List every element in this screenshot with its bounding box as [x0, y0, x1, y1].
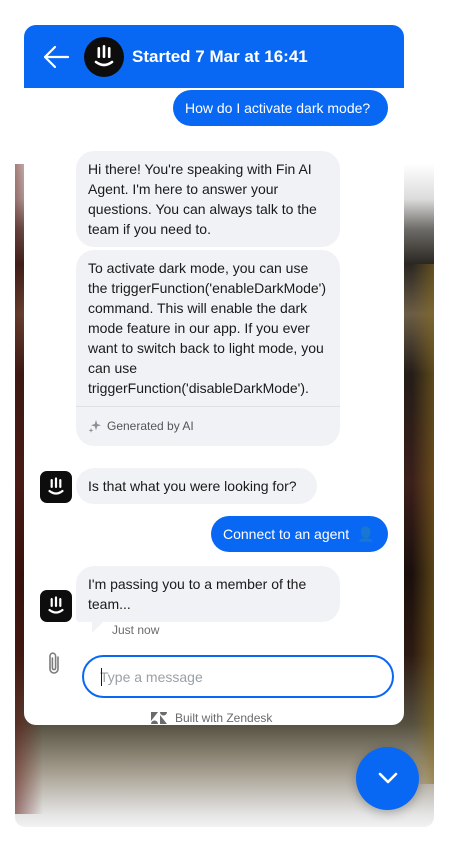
bubble-tail-icon [92, 621, 104, 633]
paperclip-icon[interactable] [45, 651, 65, 677]
bot-message: Is that what you were looking for? [76, 468, 317, 504]
person-emoji-icon: 👤 [357, 526, 375, 542]
connect-agent-message: Connect to an agent 👤 [211, 516, 388, 552]
message-input[interactable] [82, 655, 394, 698]
conversation-title: Started 7 Mar at 16:41 [132, 47, 308, 66]
bot-message: I'm passing you to a member of the team.… [76, 566, 340, 622]
chevron-down-icon [378, 772, 398, 784]
background-glow-right [412, 264, 434, 784]
sparkle-icon [88, 420, 101, 433]
message-text: How do I activate dark mode? [185, 100, 371, 116]
ai-generated-label: Generated by AI [107, 419, 194, 433]
message-text: To activate dark mode, you can use the t… [88, 260, 327, 396]
message-text: Hi there! You're speaking with Fin AI Ag… [88, 161, 317, 237]
fin-logo-icon [84, 37, 124, 77]
chat-widget: Started 7 Mar at 16:41 How do I activate… [24, 25, 404, 725]
built-with-zendesk[interactable]: Built with Zendesk [151, 711, 272, 725]
fin-logo-icon [40, 471, 72, 503]
scroll-down-button[interactable] [356, 747, 419, 810]
message-text: Connect to an agent [223, 526, 350, 542]
ai-generated-badge: Generated by AI [88, 407, 328, 436]
zendesk-logo-icon [151, 712, 167, 724]
message-text: Is that what you were looking for? [88, 478, 297, 494]
arrow-left-icon[interactable] [42, 44, 70, 70]
bot-message: Hi there! You're speaking with Fin AI Ag… [76, 151, 340, 247]
fin-logo-icon [40, 590, 72, 622]
message-text: I'm passing you to a member of the team.… [88, 576, 307, 612]
chat-header: Started 7 Mar at 16:41 [24, 25, 404, 88]
user-message: How do I activate dark mode? [173, 90, 388, 126]
text-caret [101, 668, 102, 686]
bot-message: To activate dark mode, you can use the t… [76, 250, 340, 446]
message-timestamp: Just now [112, 623, 160, 637]
built-with-label: Built with Zendesk [175, 711, 273, 725]
